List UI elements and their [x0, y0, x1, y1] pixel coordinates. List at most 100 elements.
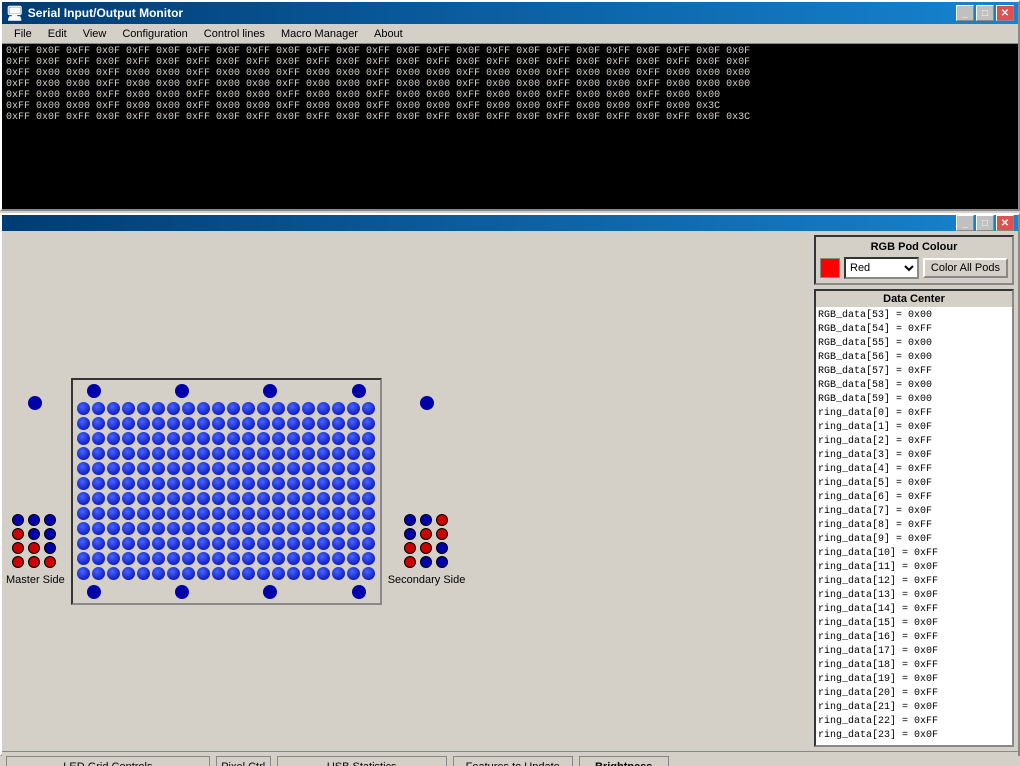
led-dot[interactable] — [167, 552, 180, 565]
led-dot[interactable] — [212, 402, 225, 415]
led-dot[interactable] — [137, 492, 150, 505]
led-dot[interactable] — [242, 417, 255, 430]
led-dot[interactable] — [272, 537, 285, 550]
led-dot[interactable] — [287, 492, 300, 505]
led-dot[interactable] — [212, 477, 225, 490]
led-dot[interactable] — [287, 462, 300, 475]
led-dot[interactable] — [137, 522, 150, 535]
led-dot[interactable] — [77, 567, 90, 580]
led-dot[interactable] — [137, 462, 150, 475]
led-dot[interactable] — [137, 507, 150, 520]
led-dot[interactable] — [257, 477, 270, 490]
led-dot[interactable] — [242, 477, 255, 490]
led-dot[interactable] — [302, 462, 315, 475]
led-dot[interactable] — [317, 552, 330, 565]
led-dot[interactable] — [272, 507, 285, 520]
main-close-btn[interactable]: ✕ — [996, 215, 1014, 231]
led-dot[interactable] — [107, 432, 120, 445]
led-dot[interactable] — [107, 522, 120, 535]
led-dot[interactable] — [332, 507, 345, 520]
led-dot[interactable] — [257, 492, 270, 505]
led-dot[interactable] — [152, 537, 165, 550]
led-dot[interactable] — [77, 552, 90, 565]
led-dot[interactable] — [317, 507, 330, 520]
led-dot[interactable] — [122, 492, 135, 505]
led-dot[interactable] — [77, 507, 90, 520]
led-dot[interactable] — [302, 432, 315, 445]
led-dot[interactable] — [92, 537, 105, 550]
led-dot[interactable] — [242, 492, 255, 505]
led-dot[interactable] — [257, 522, 270, 535]
led-dot[interactable] — [362, 477, 375, 490]
led-dot[interactable] — [332, 477, 345, 490]
color-select[interactable]: Red — [844, 257, 919, 279]
led-dot[interactable] — [212, 462, 225, 475]
led-dot[interactable] — [257, 462, 270, 475]
led-dot[interactable] — [332, 567, 345, 580]
led-dot[interactable] — [347, 477, 360, 490]
led-dot[interactable] — [362, 552, 375, 565]
led-dot[interactable] — [257, 552, 270, 565]
led-dot[interactable] — [362, 402, 375, 415]
led-dot[interactable] — [302, 567, 315, 580]
led-dot[interactable] — [302, 507, 315, 520]
led-dot[interactable] — [107, 552, 120, 565]
led-dot[interactable] — [317, 522, 330, 535]
led-dot[interactable] — [227, 522, 240, 535]
led-dot[interactable] — [227, 492, 240, 505]
led-dot[interactable] — [167, 402, 180, 415]
led-dot[interactable] — [302, 447, 315, 460]
led-dot[interactable] — [302, 492, 315, 505]
led-dot[interactable] — [182, 567, 195, 580]
led-dot[interactable] — [197, 432, 210, 445]
led-dot[interactable] — [167, 432, 180, 445]
led-dot[interactable] — [212, 417, 225, 430]
led-dot[interactable] — [197, 567, 210, 580]
led-dot[interactable] — [107, 507, 120, 520]
led-dot[interactable] — [317, 447, 330, 460]
led-dot[interactable] — [182, 477, 195, 490]
led-dot[interactable] — [317, 402, 330, 415]
led-dot[interactable] — [362, 537, 375, 550]
led-dot[interactable] — [347, 462, 360, 475]
main-maximize-btn[interactable]: □ — [976, 215, 994, 231]
led-dot[interactable] — [227, 552, 240, 565]
led-dot[interactable] — [227, 567, 240, 580]
led-dot[interactable] — [77, 537, 90, 550]
led-dot[interactable] — [287, 477, 300, 490]
led-dot[interactable] — [122, 432, 135, 445]
led-dot[interactable] — [347, 447, 360, 460]
menu-edit[interactable]: Edit — [40, 26, 75, 42]
led-dot[interactable] — [272, 552, 285, 565]
led-dot[interactable] — [167, 417, 180, 430]
led-dot[interactable] — [92, 417, 105, 430]
led-dot[interactable] — [362, 507, 375, 520]
led-dot[interactable] — [257, 402, 270, 415]
led-dot[interactable] — [107, 537, 120, 550]
led-dot[interactable] — [272, 447, 285, 460]
led-dot[interactable] — [272, 522, 285, 535]
led-dot[interactable] — [227, 402, 240, 415]
led-dot[interactable] — [182, 462, 195, 475]
led-dot[interactable] — [227, 537, 240, 550]
led-dot[interactable] — [167, 447, 180, 460]
led-dot[interactable] — [347, 432, 360, 445]
led-dot[interactable] — [347, 567, 360, 580]
led-dot[interactable] — [197, 477, 210, 490]
led-dot[interactable] — [167, 492, 180, 505]
led-dot[interactable] — [212, 432, 225, 445]
led-dot[interactable] — [77, 447, 90, 460]
led-dot[interactable] — [137, 552, 150, 565]
led-dot[interactable] — [317, 492, 330, 505]
led-dot[interactable] — [347, 492, 360, 505]
led-dot[interactable] — [347, 522, 360, 535]
led-dot[interactable] — [107, 492, 120, 505]
led-dot[interactable] — [332, 432, 345, 445]
led-dot[interactable] — [242, 507, 255, 520]
led-dot[interactable] — [197, 507, 210, 520]
led-dot[interactable] — [182, 402, 195, 415]
led-dot[interactable] — [197, 447, 210, 460]
maximize-btn[interactable]: □ — [976, 5, 994, 21]
led-dot[interactable] — [287, 447, 300, 460]
led-dot[interactable] — [137, 447, 150, 460]
